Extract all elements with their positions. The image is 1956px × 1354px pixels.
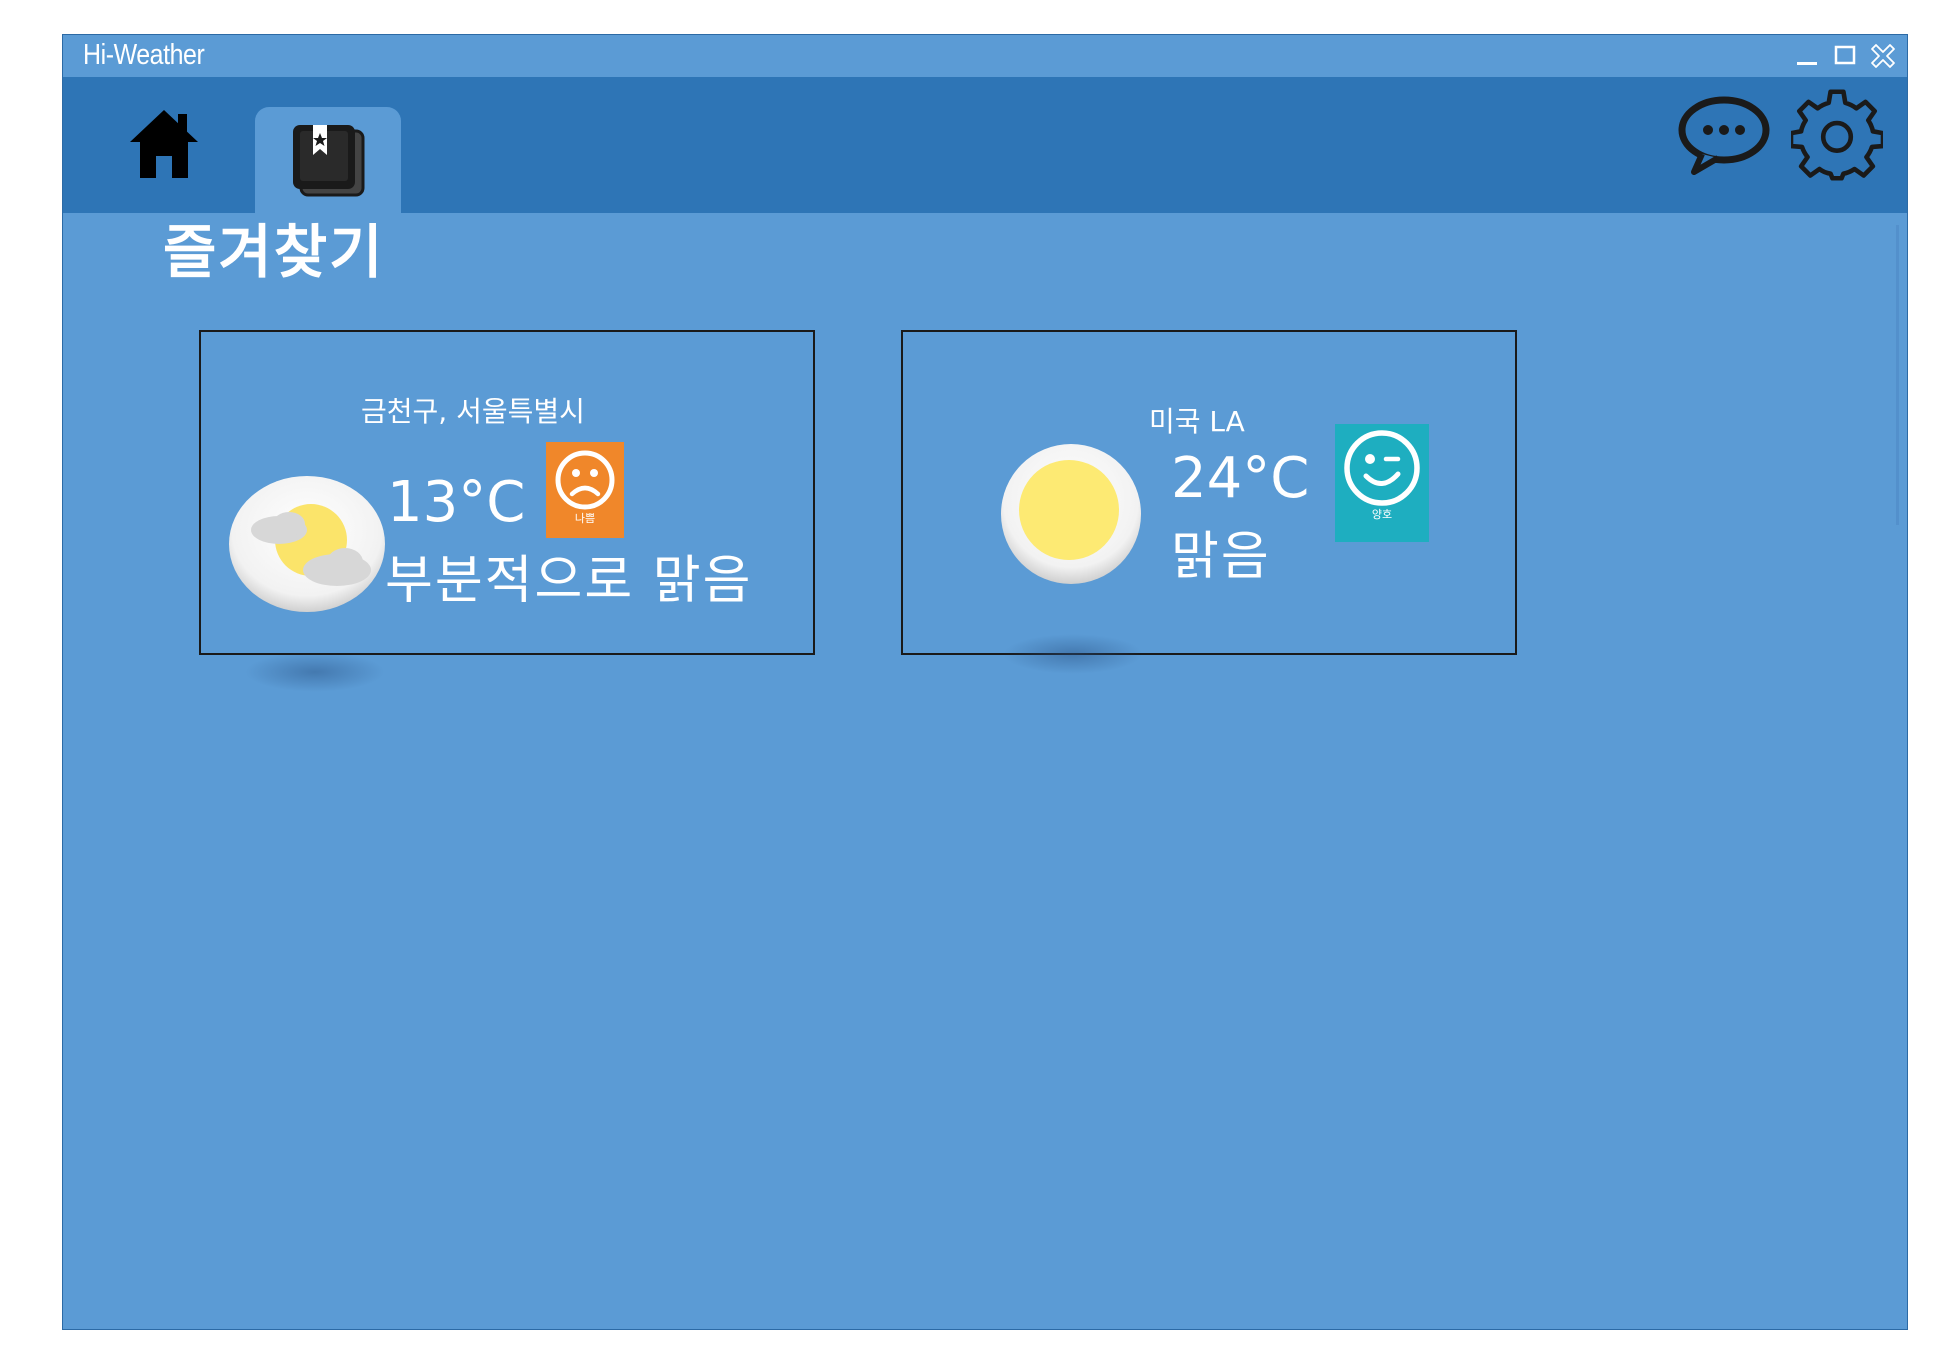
bookmark-icon <box>293 125 365 197</box>
page-title: 즐겨찾기 <box>163 218 385 286</box>
close-icon <box>1871 44 1895 68</box>
favorite-card-2[interactable]: 미국 LA 24°C 양호 맑음 <box>901 330 1517 674</box>
maximize-button[interactable] <box>1827 39 1863 73</box>
window-title: Hi-Weather <box>83 39 205 71</box>
nav-bar <box>63 77 1907 213</box>
home-icon <box>130 110 198 178</box>
chat-icon <box>1678 96 1770 175</box>
location-label: 미국 LA <box>1149 405 1245 438</box>
minimize-icon <box>1797 62 1817 65</box>
gear-icon <box>1791 89 1883 181</box>
location-label: 금천구, 서울특별시 <box>361 395 585 428</box>
maximize-icon <box>1834 45 1856 65</box>
weather-condition: 맑음 <box>1171 527 1271 587</box>
icon-shadow <box>245 652 385 692</box>
air-quality-badge: 나쁨 <box>546 442 624 538</box>
settings-button[interactable] <box>1789 87 1885 183</box>
home-tab[interactable] <box>123 103 205 185</box>
wink-face-icon <box>1344 430 1420 506</box>
sun-icon <box>999 442 1143 590</box>
favorites-tab[interactable] <box>255 107 401 213</box>
icon-shadow <box>1003 634 1143 674</box>
favorite-card-1[interactable]: 금천구, 서울특별시 13°C 나쁨 부분적으로 맑음 <box>199 330 815 692</box>
air-quality-label: 나쁨 <box>574 512 596 525</box>
temperature-value: 13°C <box>387 470 526 535</box>
scrollbar[interactable] <box>1896 225 1899 525</box>
close-button[interactable] <box>1865 39 1901 73</box>
app-window: Hi-Weather 즐겨찾기 금천구, 서울특별시 13°C 나쁨 부분적으로… <box>62 34 1908 1330</box>
sad-face-icon <box>555 450 615 510</box>
minimize-button[interactable] <box>1789 39 1825 73</box>
air-quality-badge: 양호 <box>1335 424 1429 542</box>
air-quality-label: 양호 <box>1371 508 1393 521</box>
title-bar: Hi-Weather <box>63 35 1907 78</box>
weather-condition: 부분적으로 맑음 <box>385 551 753 611</box>
partly-cloudy-icon <box>229 474 385 618</box>
chat-button[interactable] <box>1675 89 1773 181</box>
temperature-value: 24°C <box>1171 446 1310 511</box>
